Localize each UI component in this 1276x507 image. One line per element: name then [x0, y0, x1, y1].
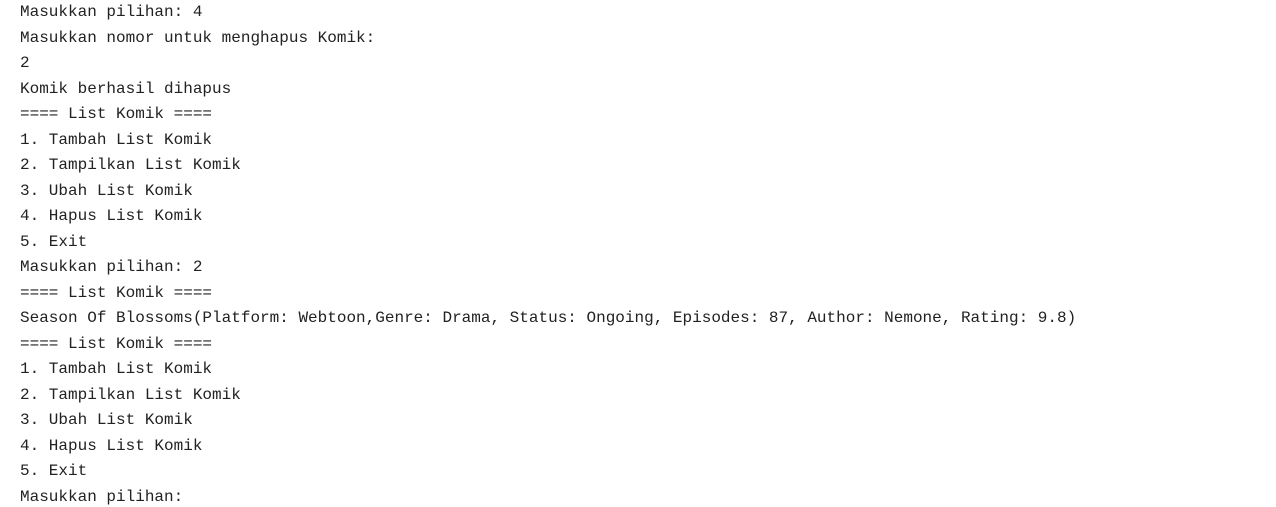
menu-item: 4. Hapus List Komik — [20, 207, 203, 225]
menu-item: 2. Tampilkan List Komik — [20, 385, 241, 404]
menu-item: 5. Exit — [20, 462, 88, 480]
menu-header: ==== List Komik ==== — [20, 334, 213, 353]
menu-item: 1. Tambah List Komik — [20, 360, 213, 378]
output-line: Masukkan pilihan: 4 — [20, 3, 203, 21]
menu-item: 1. Tambah List Komik — [20, 130, 213, 149]
output-line: Masukkan nomor untuk menghapus Komik: — [20, 28, 376, 47]
comic-entry: Season Of Blossoms(Platform: Webtoon,Gen… — [20, 309, 1077, 327]
output-line: Komik berhasil dihapus — [20, 79, 232, 98]
list-header: ==== List Komik ==== — [20, 283, 213, 302]
menu-item: 3. Ubah List Komik — [20, 411, 193, 429]
menu-item: 4. Hapus List Komik — [20, 436, 203, 455]
output-line: Masukkan pilihan: 2 — [20, 258, 203, 276]
menu-item: 3. Ubah List Komik — [20, 181, 193, 200]
menu-item: 5. Exit — [20, 232, 88, 251]
input-prompt: Masukkan pilihan: — [20, 487, 193, 506]
menu-item: 2. Tampilkan List Komik — [20, 156, 241, 174]
input-prompt-line[interactable]: Masukkan pilihan: — [20, 485, 1276, 507]
console-output: Masukkan pilihan: 4 Masukkan nomor untuk… — [0, 0, 1276, 507]
menu-header: ==== List Komik ==== — [20, 105, 213, 123]
output-line: 2 — [20, 54, 30, 72]
